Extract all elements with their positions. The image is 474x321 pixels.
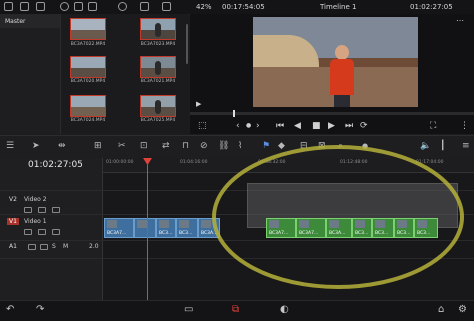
edit-index-icon[interactable] xyxy=(36,2,45,11)
track-autoselect-icon[interactable] xyxy=(40,244,48,250)
clip-thumbnail[interactable] xyxy=(140,18,176,40)
clip-name: BC3A7020.MP4 xyxy=(70,79,106,84)
ruler-tick-label: 01:04:16:00 xyxy=(180,160,208,165)
track-gain: 2.0 xyxy=(89,243,99,250)
track-visibility-icon[interactable] xyxy=(52,229,60,235)
timeline-clip[interactable] xyxy=(134,218,156,238)
track-tag-v1[interactable]: V1 xyxy=(7,218,19,225)
track-name-v2: Video 2 xyxy=(24,196,47,203)
annotation-circle xyxy=(212,145,464,289)
settings-icon[interactable]: ⋮ xyxy=(460,121,469,131)
track-tag-v2[interactable]: V2 xyxy=(9,196,17,203)
list-view-icon[interactable] xyxy=(88,2,97,11)
overwrite-icon[interactable]: ⊡ xyxy=(140,141,148,151)
track-lock-icon[interactable] xyxy=(24,207,32,213)
solo-button[interactable]: S xyxy=(52,243,56,250)
unlink-icon[interactable]: ⊘ xyxy=(200,141,208,151)
playhead[interactable] xyxy=(147,158,148,300)
crop-icon[interactable]: ⬚ xyxy=(198,121,207,131)
clip-thumbnail[interactable] xyxy=(70,56,106,78)
undo-icon[interactable]: ↶ xyxy=(6,304,14,316)
insert-icon[interactable]: ⊞ xyxy=(94,141,102,151)
timeline-name[interactable]: Timeline 1 xyxy=(320,2,356,12)
timeline-clip[interactable]: BC3... xyxy=(156,218,176,238)
jump-end-icon[interactable]: ⏭ xyxy=(345,121,353,131)
stop-icon[interactable]: ■ xyxy=(312,121,321,131)
jump-start-icon[interactable]: ⏮ xyxy=(276,121,284,131)
scissors-icon[interactable]: ✂ xyxy=(118,141,126,151)
cut-page-icon[interactable]: ▭ xyxy=(184,304,193,316)
timeline-clip[interactable]: BC3A7... xyxy=(104,218,134,238)
clip-thumbnail[interactable] xyxy=(140,56,176,78)
edit-page-icon[interactable]: ⧉ xyxy=(232,304,239,316)
media-pool-icon[interactable] xyxy=(4,2,13,11)
mute-button[interactable]: M xyxy=(63,243,68,250)
dot-icon: ● xyxy=(246,122,252,129)
clip-name: BC3A7025.MP4 xyxy=(140,118,176,123)
arrow-icon[interactable]: ➤ xyxy=(32,141,40,151)
master-bin-label: Master xyxy=(5,18,26,25)
effects-icon[interactable] xyxy=(20,2,29,11)
track-lock-icon[interactable] xyxy=(28,244,36,250)
fullscreen-icon[interactable]: ⛶ xyxy=(430,121,436,131)
search-icon[interactable] xyxy=(118,2,127,11)
record-timecode: 01:02:27:05 xyxy=(410,3,453,11)
loop-icon[interactable]: ⟳ xyxy=(360,121,368,131)
zoom-level[interactable]: 42% xyxy=(196,2,212,12)
track-visibility-icon[interactable] xyxy=(52,207,60,213)
track-autoselect-icon[interactable] xyxy=(38,207,46,213)
track-lock-icon[interactable] xyxy=(24,229,32,235)
chevron-right-icon[interactable]: › xyxy=(256,121,260,131)
options-icon[interactable] xyxy=(162,2,171,11)
grid-view-icon[interactable] xyxy=(74,2,83,11)
viewer-frame xyxy=(253,17,418,107)
viewer-scrub-head[interactable] xyxy=(233,110,235,117)
redo-icon[interactable]: ↷ xyxy=(36,304,44,316)
track-tag-a1[interactable]: A1 xyxy=(9,243,17,250)
play-forward-icon[interactable]: ▶ xyxy=(328,121,335,131)
clip-name: BC3A7023.MP4 xyxy=(140,42,176,47)
replace-icon[interactable]: ⇄ xyxy=(162,141,170,151)
timeline-timecode: 01:02:27:05 xyxy=(28,160,83,170)
source-timecode: 00:17:54:05 xyxy=(222,3,265,11)
timeline-view-icon[interactable]: ☰ xyxy=(6,141,14,151)
bin-list xyxy=(0,14,61,134)
trim-icon[interactable]: ⇹ xyxy=(58,141,66,151)
play-reverse-icon[interactable]: ◀ xyxy=(294,121,301,131)
clip-thumbnail[interactable] xyxy=(70,18,106,40)
clip-thumbnail[interactable] xyxy=(140,95,176,117)
gear-icon[interactable]: ⚙ xyxy=(458,304,467,316)
clip-name: BC3A7022.MP4 xyxy=(70,42,106,47)
chevron-left-icon[interactable]: ‹ xyxy=(236,121,240,131)
sort-icon[interactable] xyxy=(140,2,149,11)
ruler-tick-label: 01:00:00:00 xyxy=(106,160,134,165)
color-page-icon[interactable]: ◐ xyxy=(280,304,289,316)
track-autoselect-icon[interactable] xyxy=(38,229,46,235)
snap-icon[interactable]: ⊓ xyxy=(182,141,189,151)
more-icon[interactable]: ⋯ xyxy=(456,16,464,26)
play-icon[interactable]: ▶ xyxy=(196,99,201,109)
clip-thumbnail[interactable] xyxy=(70,95,106,117)
clip-name: BC3A7024.MP4 xyxy=(70,118,106,123)
track-name-v1: Video 1 xyxy=(24,218,47,225)
clip-name: BC3A7021.MP4 xyxy=(140,79,176,84)
sliders-icon[interactable] xyxy=(60,2,69,11)
clip-browser-scrollbar[interactable] xyxy=(186,24,188,64)
timeline-clip[interactable]: BC3... xyxy=(176,218,198,238)
home-icon[interactable]: ⌂ xyxy=(438,304,444,316)
